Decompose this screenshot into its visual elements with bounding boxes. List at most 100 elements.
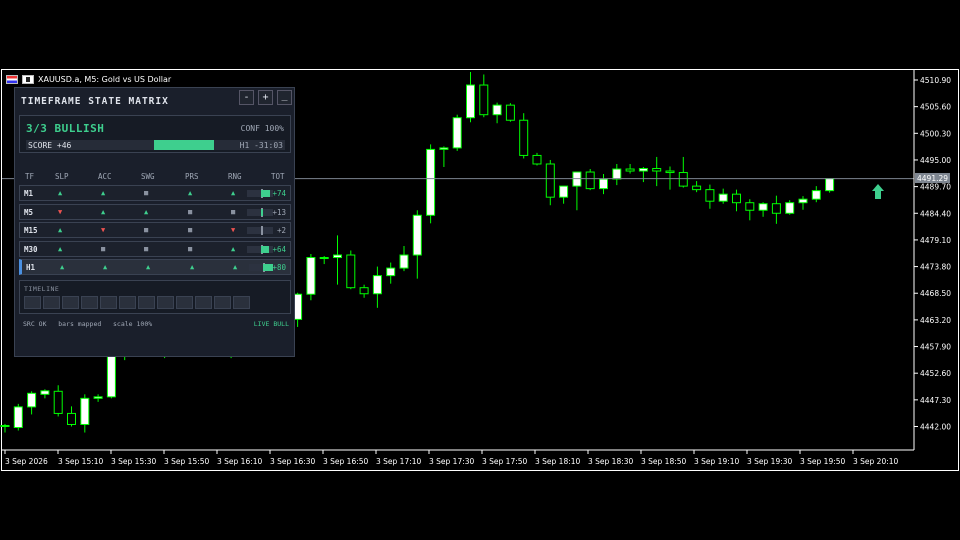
candle-body	[599, 178, 608, 190]
candle-body	[53, 390, 63, 414]
minimize-button[interactable]: _	[277, 90, 292, 105]
price-tick-label: 4452.60	[920, 369, 951, 378]
price-tick-label: 4495.00	[920, 156, 951, 165]
total-bar	[247, 244, 273, 254]
candle-body	[80, 397, 90, 425]
neutral-square-icon: ■	[188, 226, 193, 234]
timeline-cell	[43, 296, 60, 309]
timeframe-state-panel[interactable]: TIMEFRAME STATE MATRIX - + _ 3/3 BULLISH…	[14, 87, 295, 357]
candle	[798, 196, 808, 210]
row-timeframe: M5	[24, 207, 34, 217]
candle-body	[359, 287, 369, 295]
candle-body	[372, 275, 382, 295]
candle	[612, 163, 622, 186]
timeline-cells	[24, 296, 250, 309]
time-tick-label: 3 Sep 20:10	[853, 457, 899, 466]
decrease-button[interactable]: -	[239, 90, 254, 105]
candle-body	[40, 390, 50, 395]
candle	[692, 181, 702, 193]
up-arrow-icon: ▲	[190, 263, 195, 271]
candle-body	[452, 117, 462, 149]
up-arrow-icon: ▲	[101, 207, 106, 216]
timeline-cell	[100, 296, 117, 309]
h1-timer: H1 -31:03	[239, 141, 283, 150]
candle-body	[825, 178, 835, 192]
candle	[13, 403, 23, 431]
candle-body	[652, 168, 662, 172]
up-arrow-icon: ▲	[58, 226, 63, 234]
candle	[0, 423, 10, 433]
total-bar-fill	[261, 245, 269, 253]
row-total: +2	[276, 226, 286, 235]
row-timeframe: M15	[24, 226, 38, 235]
score-bar: SCORE +46 H1 -31:03	[26, 140, 285, 150]
candle	[771, 195, 781, 224]
candle	[53, 385, 63, 417]
timeline-box: TIMELINE	[19, 280, 291, 314]
candle	[452, 114, 462, 151]
time-tick-label: 3 Sep 18:10	[535, 457, 581, 466]
price-tick-label: 4447.30	[920, 396, 951, 405]
candle	[67, 406, 76, 427]
candle	[532, 152, 542, 166]
time-tick-label: 3 Sep 16:10	[217, 457, 263, 466]
price-tick-label: 4468.50	[920, 289, 951, 298]
price-tick-label: 4479.10	[920, 236, 951, 245]
neutral-square-icon: ■	[231, 207, 236, 216]
col-slp: SLP	[55, 172, 69, 181]
candle-body	[718, 193, 728, 202]
candle-body	[306, 257, 316, 295]
live-status: LIVE BULL	[253, 320, 289, 328]
timeline-label: TIMELINE	[24, 285, 60, 293]
up-arrow-icon: ▲	[60, 263, 65, 271]
candle-body	[27, 392, 37, 408]
col-tot: TOT	[271, 172, 285, 181]
neutral-square-icon: ■	[144, 244, 149, 253]
candle	[758, 202, 768, 217]
price-tick-label: 4510.90	[920, 76, 951, 85]
buy-arrow-icon	[872, 184, 884, 199]
candle-body	[732, 193, 741, 204]
candle-body	[665, 170, 675, 174]
price-axis: 4510.90 4505.60 4500.30 4495.00 4489.70 4484.…	[914, 76, 951, 432]
candle-body	[386, 267, 396, 277]
matrix-row-m1[interactable]: M1 ▲ ▲ ■ ▲ ▲ +74	[19, 185, 291, 201]
candle	[466, 71, 475, 123]
price-tick-label: 4463.20	[920, 316, 951, 325]
candle	[745, 199, 755, 221]
timeline-cell	[157, 296, 174, 309]
candle	[545, 159, 555, 206]
matrix-row-m15[interactable]: M15 ▲ ▼ ■ ■ ▼ +2	[19, 222, 291, 238]
candle-body	[492, 104, 502, 116]
candle	[346, 250, 356, 290]
candle	[306, 254, 316, 301]
candle-body	[785, 202, 795, 214]
matrix-row-m5[interactable]: M5 ▼ ▲ ▲ ■ ■ +13	[19, 203, 291, 220]
price-tick-label: 4473.80	[920, 263, 951, 272]
candle	[412, 210, 422, 279]
increase-button[interactable]: +	[258, 90, 273, 105]
candle-body	[0, 424, 10, 428]
candle	[505, 103, 515, 122]
time-tick-label: 3 Sep 17:30	[429, 457, 475, 466]
matrix-row-h1[interactable]: H1 ▲ ▲ ▲ ▲ ▲ +80	[19, 259, 291, 275]
chart-title-bar: XAUUSD.a, M5: Gold vs US Dollar	[6, 73, 171, 85]
candle-body	[771, 203, 781, 214]
confidence-label: CONF 100%	[240, 124, 284, 133]
candle	[372, 266, 382, 308]
neutral-square-icon: ■	[188, 244, 193, 253]
row-total: +74	[272, 189, 286, 198]
candle	[80, 394, 90, 433]
matrix-row-m30[interactable]: M30 ▲ ■ ■ ■ ▲ +64	[19, 240, 291, 257]
candle-body	[519, 119, 529, 156]
candle	[718, 188, 728, 204]
candle-body	[426, 148, 436, 216]
up-arrow-icon: ▲	[146, 263, 151, 271]
neutral-square-icon: ■	[144, 226, 149, 234]
price-tick-label: 4500.30	[920, 129, 951, 138]
candle	[426, 144, 436, 224]
candle	[93, 394, 103, 402]
col-tf: TF	[25, 172, 35, 181]
time-tick-label: 3 Sep 19:50	[800, 457, 846, 466]
candle	[27, 391, 37, 415]
